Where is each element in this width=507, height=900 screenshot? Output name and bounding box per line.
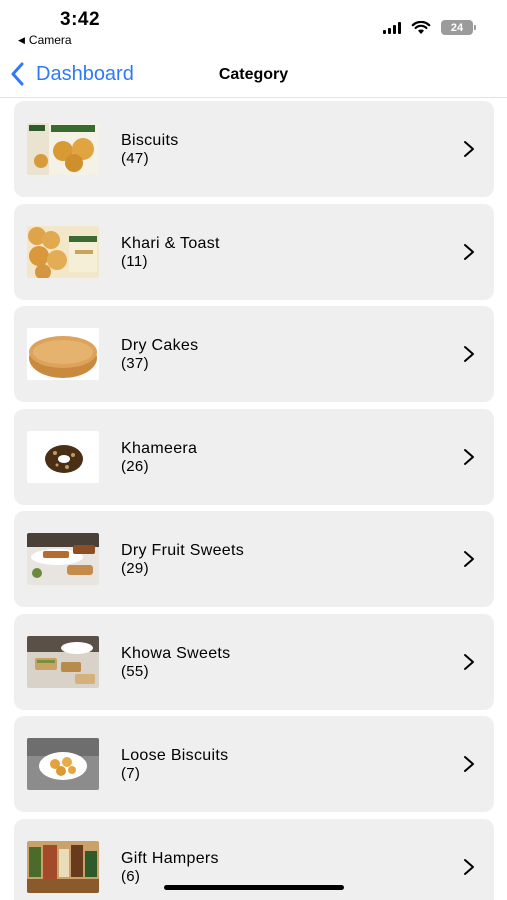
category-count: (11): [121, 252, 148, 270]
dry-fruit-sweets-image: [27, 533, 99, 585]
chevron-right-icon: [464, 756, 474, 772]
category-name: Dry Fruit Sweets: [121, 542, 245, 559]
gift-hampers-image: [27, 840, 99, 893]
category-name: Loose Biscuits: [121, 747, 229, 764]
category-name: Gift Hampers: [121, 849, 219, 867]
page-title: Category: [218, 66, 289, 83]
category-item-khari-toast[interactable]: Khari & Toast (11): [14, 203, 494, 300]
chevron-right-icon: [464, 141, 474, 157]
back-app-label: Camera: [28, 33, 72, 47]
chevron-right-icon: [464, 653, 474, 670]
home-indicator[interactable]: [164, 885, 344, 890]
category-count: (37): [121, 355, 149, 372]
status-bar: 3:42 ◀ Camera 24: [0, 0, 507, 52]
wifi-icon: [411, 20, 431, 34]
category-item-dry-fruit-sweets[interactable]: Dry Fruit Sweets (29): [14, 511, 494, 607]
chevron-right-icon: [464, 243, 474, 260]
category-name: Khowa Sweets: [121, 644, 231, 662]
category-name: Khameera: [121, 439, 198, 457]
khowa-sweets-image: [27, 635, 99, 688]
screen: 3:42 ◀ Camera 24 Dashboard Category Bisc…: [0, 0, 507, 900]
cellular-signal-icon: [383, 21, 401, 34]
dry-cake-image: [27, 328, 99, 380]
category-item-khameera[interactable]: Khameera (26): [14, 408, 494, 505]
status-icons: 24: [383, 20, 476, 35]
category-name: Khari & Toast: [121, 234, 220, 252]
category-item-loose-biscuits[interactable]: Loose Biscuits (7): [14, 716, 494, 812]
chevron-right-icon: [464, 448, 474, 465]
category-count: (29): [121, 560, 149, 577]
biscuits-image: [27, 123, 99, 175]
back-triangle-icon: ◀: [18, 35, 25, 45]
navigation-bar: Dashboard Category: [0, 52, 507, 98]
loose-biscuits-image: [27, 738, 99, 790]
category-count: (47): [121, 150, 149, 167]
chevron-right-icon: [464, 551, 474, 567]
category-count: (26): [121, 457, 149, 475]
chevron-right-icon: [464, 346, 474, 362]
khameera-image: [27, 430, 99, 483]
chevron-right-icon: [464, 858, 474, 875]
khari-toast-image: [27, 225, 99, 278]
status-time: 3:42: [60, 9, 101, 30]
category-item-biscuits[interactable]: Biscuits (47): [14, 101, 494, 197]
category-item-khowa-sweets[interactable]: Khowa Sweets (55): [14, 613, 494, 710]
battery-level: 24: [450, 21, 464, 34]
category-count: (7): [121, 765, 141, 782]
category-item-dry-cakes[interactable]: Dry Cakes (37): [14, 306, 494, 402]
category-list: Biscuits (47) Khari & Toast (11) Dry Cak…: [14, 101, 494, 900]
category-count: (55): [121, 662, 149, 680]
battery-icon: 24: [441, 20, 476, 35]
category-count: (6): [121, 867, 141, 885]
back-to-app-link[interactable]: ◀ Camera: [18, 33, 72, 47]
category-name: Dry Cakes: [121, 337, 199, 354]
category-name: Biscuits: [121, 132, 179, 149]
